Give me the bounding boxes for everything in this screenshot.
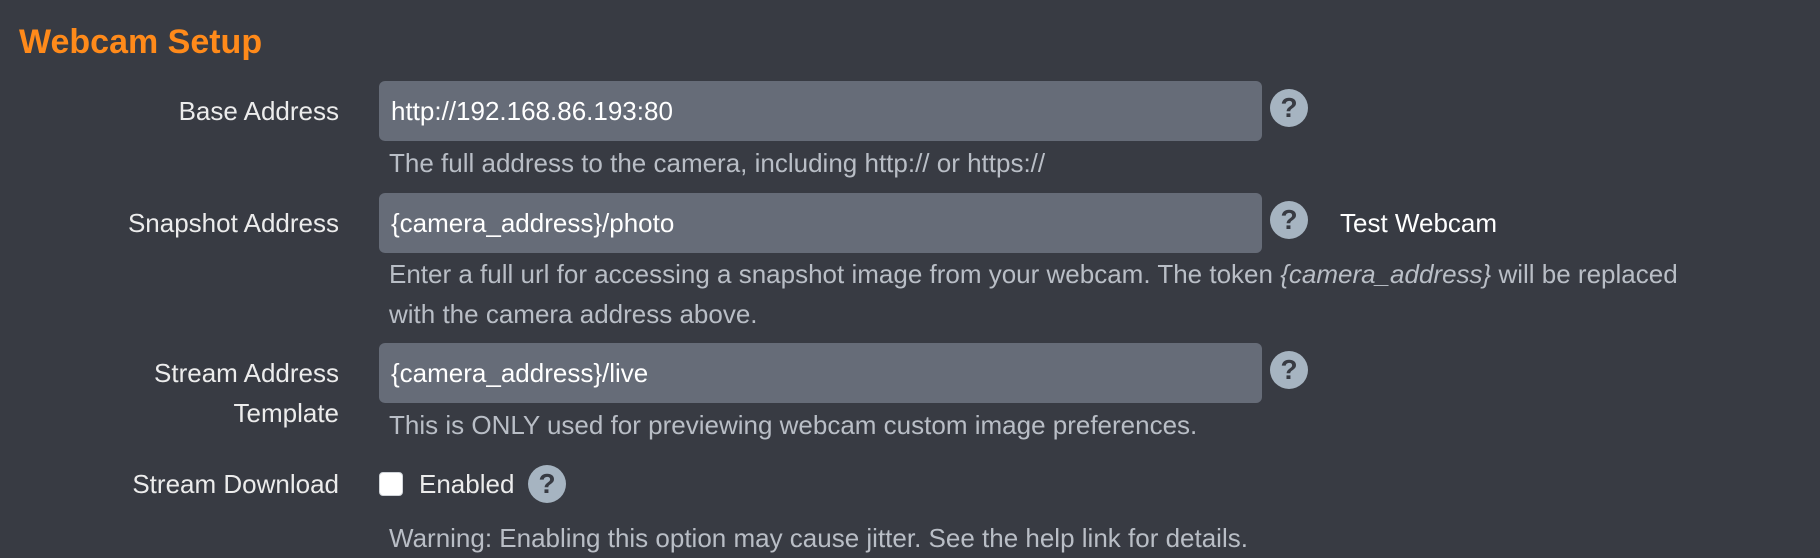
base-address-input[interactable] (379, 81, 1262, 141)
stream-download-label: Stream Download (132, 469, 339, 499)
webcam-setup-panel: Webcam Setup Base Address ? The full add… (0, 0, 1820, 558)
base-address-hint: The full address to the camera, includin… (389, 148, 1046, 178)
stream-download-hint: Warning: Enabling this option may cause … (389, 523, 1248, 553)
stream-address-template-input[interactable] (379, 343, 1262, 403)
stream-download-enabled-label[interactable]: Enabled (419, 464, 514, 504)
snapshot-address-hint-line2: with the camera address above. (389, 299, 758, 329)
question-mark-circle-icon[interactable]: ? (528, 465, 566, 503)
section-title: Webcam Setup (19, 23, 263, 61)
question-mark-circle-icon[interactable]: ? (1270, 351, 1308, 389)
snapshot-address-label: Snapshot Address (127, 208, 339, 238)
stream-address-template-label: Stream Address (154, 358, 339, 388)
snapshot-address-hint: Enter a full url for accessing a snapsho… (389, 259, 1678, 289)
question-mark-circle-icon[interactable]: ? (1270, 89, 1308, 127)
question-mark-circle-icon[interactable]: ? (1270, 201, 1308, 239)
snapshot-address-input[interactable] (379, 193, 1262, 253)
stream-address-template-label-line2: Template (233, 398, 340, 428)
camera-address-token: {camera_address} (1280, 259, 1492, 289)
base-address-label: Base Address (178, 96, 339, 126)
stream-download-checkbox[interactable] (379, 472, 403, 496)
test-webcam-link[interactable]: Test Webcam (1340, 203, 1497, 243)
stream-address-template-hint: This is ONLY used for previewing webcam … (389, 410, 1198, 440)
